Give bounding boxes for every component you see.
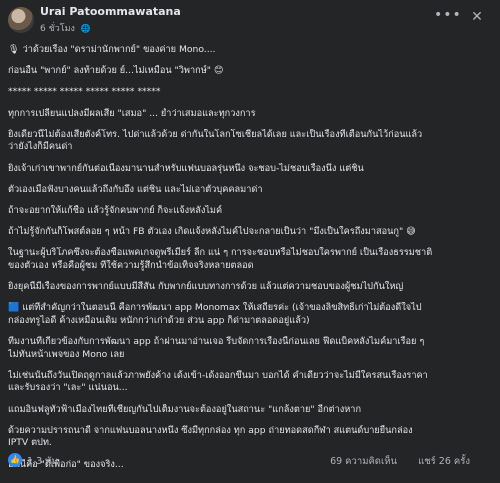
close-icon[interactable]: ✕ <box>466 6 488 28</box>
comments-count[interactable]: 69 ความคิดเห็น <box>330 454 397 469</box>
post-line: ***** ***** ***** ***** ***** ***** <box>8 86 161 98</box>
post-line: ก่อนอื่น "พากย์" ลงท้ายด้วย ย์...ไม่เหมื… <box>8 65 224 77</box>
post-line: 🎙 ว่าด้วยเรื่อง "ดราม่านักพากย์" ของค่าย… <box>8 44 216 55</box>
post-line: ทุกการเปลี่ยนแปลงมีผลเสีย "เสมอ" ... ย้ำ… <box>8 107 256 119</box>
like-icon[interactable]: 👍 <box>8 453 22 467</box>
post-body: 🎙 ว่าด้วยเรื่อง "ดราม่านักพากย์" ของค่าย… <box>8 44 492 471</box>
post-line: ของตัวเอง หรือคือผู้ชม ที่ใช้ความรู้สึกน… <box>8 259 254 271</box>
avatar[interactable] <box>8 7 34 33</box>
post-footer: 👍 1.3 พัน 69 ความคิดเห็น แชร์ 26 ครั้ง <box>8 452 492 472</box>
post-line: ถ้าจะอยากให้แก้ชื่อ แล้วรู้จักคนพากย์ ก็… <box>8 204 223 216</box>
post-line: ไม่เช่นนั้นถึงวันเปิดฤดูกาลแล้วภาพยังค้า… <box>8 369 428 381</box>
post-line: กล่องทรูไอดี ค้างเหมือนเดิม หนักกว่าเก่า… <box>8 314 310 326</box>
post-line: ยิ่งเจ้าเก่าเขาพากย์กันต่อเนื่องมานานสำห… <box>8 162 364 174</box>
reactions-count[interactable]: 1.3 พัน <box>27 454 58 469</box>
post-time[interactable]: 6 ชั่วโมง <box>40 24 75 34</box>
post-line: ตัวเองเมื่อฟังบางคนแล้วถึงกับอึ้ง แต่ชิน… <box>8 183 263 195</box>
post-line: ทีมงานที่เกี่ยวข้องกับการพัฒนา app ถ้าผ่… <box>8 336 425 348</box>
shares-count[interactable]: แชร์ 26 ครั้ง <box>418 454 470 469</box>
post-line: ในฐานะผู้บริโภคซึ่งจะต้องซื้อแพคเกจดูพรี… <box>8 247 433 259</box>
post-line: แถมอินฟลูทั่วฟ้าเมืองไทยที่เชี่ยญกันไปเต… <box>8 403 362 415</box>
post-line: ถ้าไม่รู้จักกันก็โพสต์ลอย ๆ หน้า FB ตัวเ… <box>8 226 416 238</box>
post-line: IPTV ตปท. <box>8 437 52 449</box>
post-line: ยิ่งเดี๋ยวนี้ไม่ต้องเสียตังค์โทร. ไปด่าแ… <box>8 128 423 140</box>
post-line: ด้วยความปรารถนาดี จากแฟนบอลนางหนึ่ง ซึ่ง… <box>8 424 413 436</box>
facebook-post: Urai Patoommawatana 6 ชั่วโมง 🌐 ••• ✕ 🎙 … <box>0 0 500 483</box>
post-line: ไม่ทันหน้าเพจของ Mono เลย <box>8 348 125 360</box>
author-name[interactable]: Urai Patoommawatana <box>40 5 181 18</box>
post-line: ยิ่งยุคนี้มีเรื่องของการพากย์แบบมีสีสัน … <box>8 281 404 293</box>
globe-icon: 🌐 <box>80 24 91 33</box>
post-meta: 6 ชั่วโมง 🌐 <box>40 21 91 35</box>
more-icon[interactable]: ••• <box>434 6 461 28</box>
post-line: 🟦 แต่ที่สำคัญกว่าในตอนนี้ คือการพัฒนา ap… <box>8 302 422 314</box>
post-header: Urai Patoommawatana 6 ชั่วโมง 🌐 ••• ✕ <box>0 0 500 40</box>
post-line: ว่ายังไงก็มีคนด่า <box>8 141 73 153</box>
post-line: และรับรองว่า "เละ" แน่นอน... <box>8 382 128 394</box>
